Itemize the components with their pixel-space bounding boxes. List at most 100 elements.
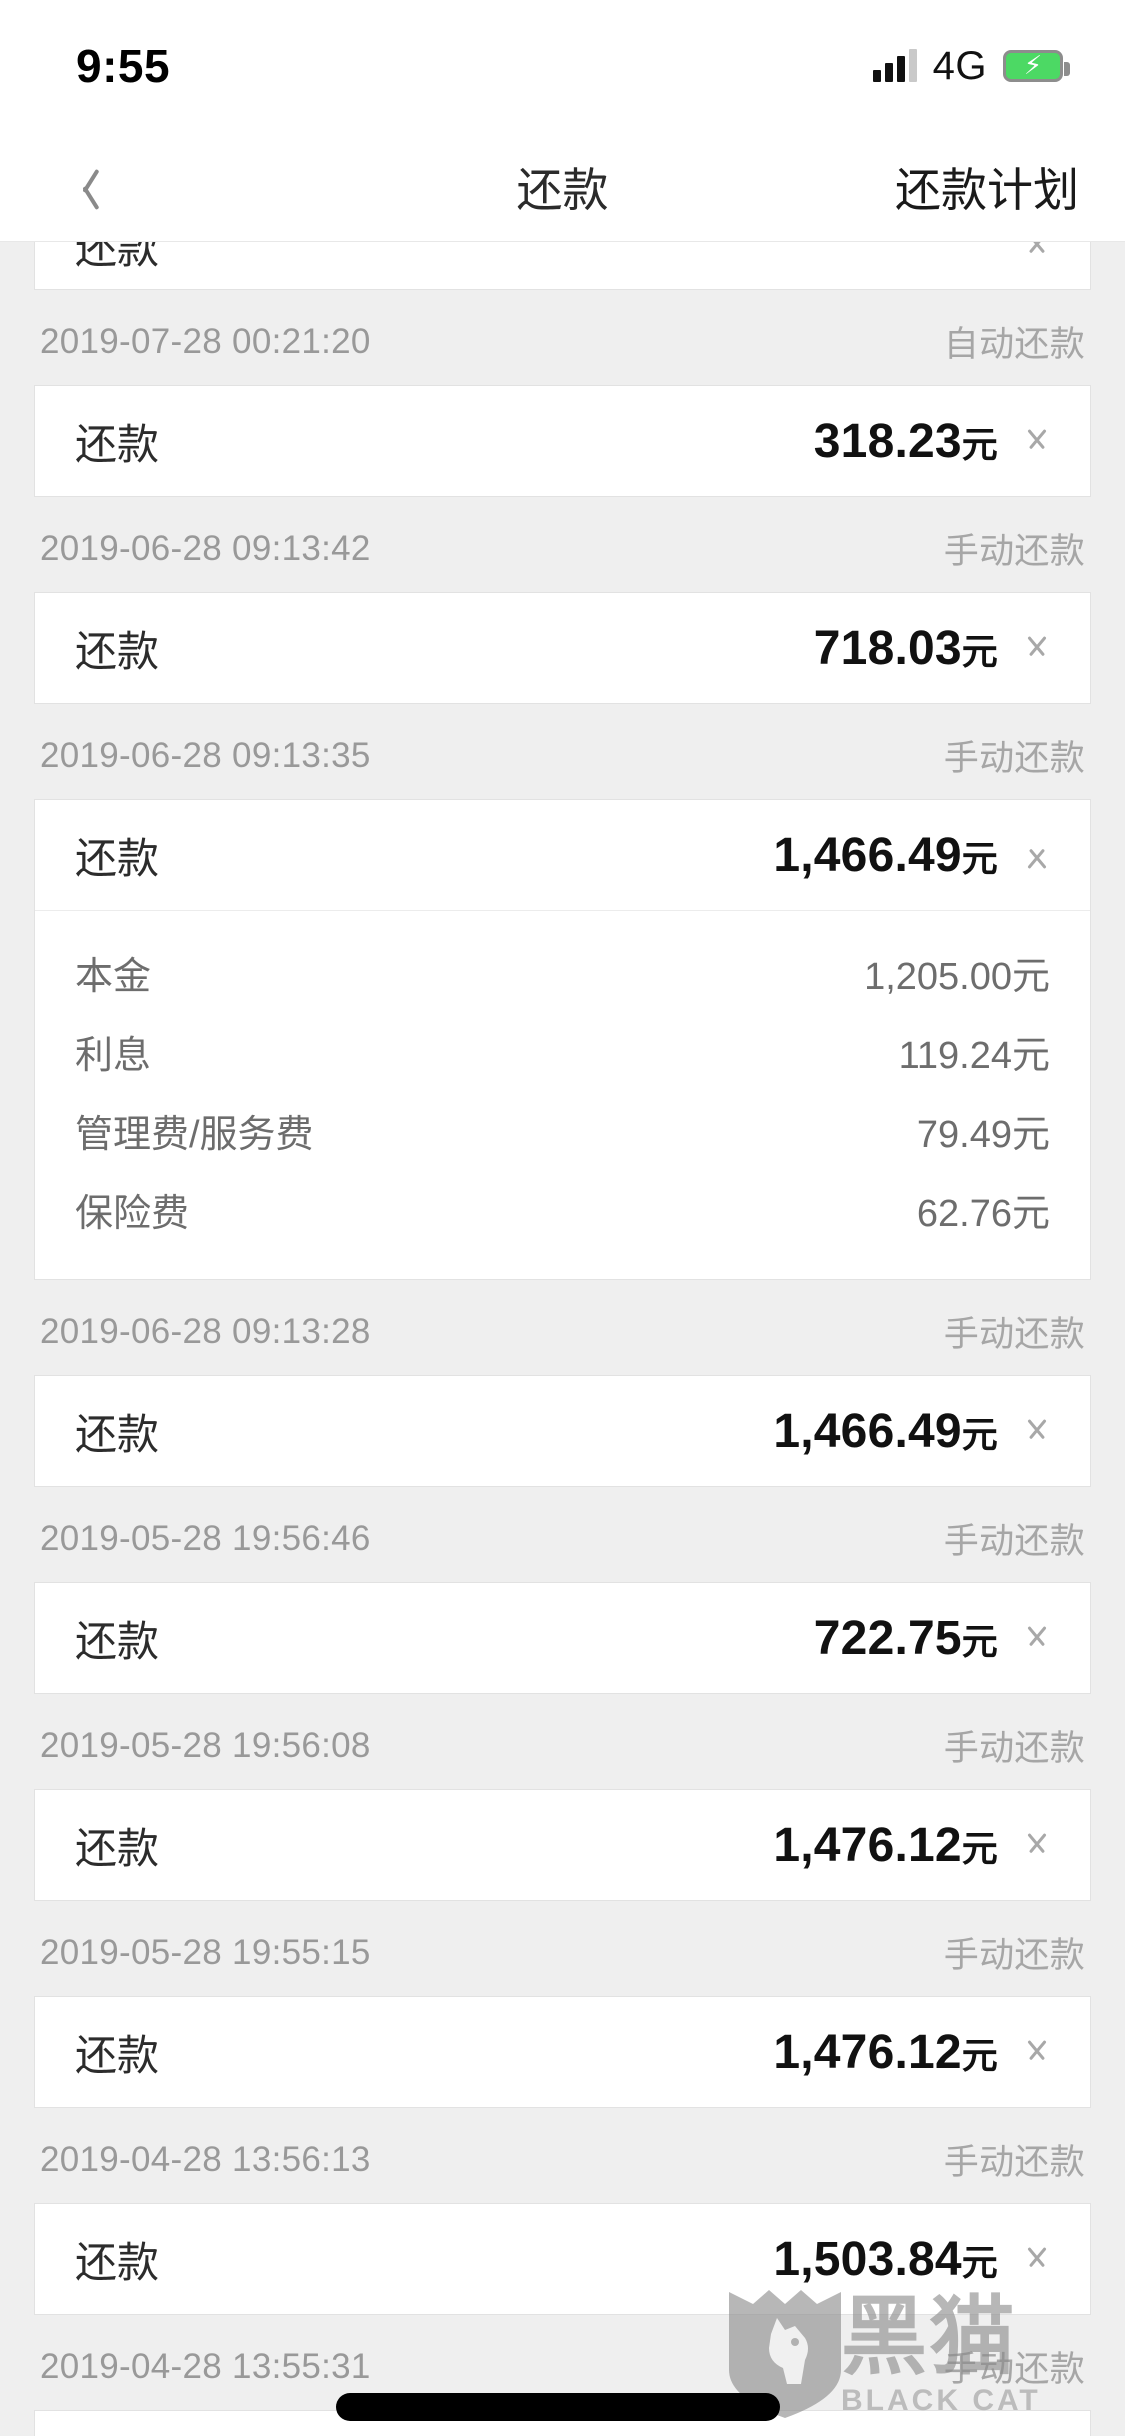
entry-date: 2019-07-28 00:21:20 [40,321,371,361]
repayment-plan-button[interactable]: 还款计划 [895,154,1093,220]
card-amount: 718.03元 [813,621,998,675]
back-button[interactable] [38,142,128,232]
breakdown-row: 保险费 62.76元 [75,1170,1050,1249]
card-label: 还款 [75,1617,160,1665]
card-label: 还款 [75,2238,160,2286]
card-header[interactable]: 还款 718.03元 [35,593,1090,703]
chevron-down-icon[interactable] [1020,2042,1054,2062]
entry-meta: 2019-06-28 09:13:35 手动还款 [0,704,1125,799]
chevron-down-icon[interactable] [1020,638,1054,658]
amount-group: 1,476.12元 [773,2025,1054,2080]
entry-type: 手动还款 [943,1729,1085,1768]
repayment-card[interactable]: 还款 1,503.84元 [34,2203,1091,2315]
partial-card-label: 还款 [75,242,160,272]
repayment-card-expanded[interactable]: 还款 1,466.49元 本金 1,205.00元 利息 119.24元 管理费… [34,799,1091,1280]
phone-screen: 9:55 4G ⚡ 还款 还款计划 还款 2019-07-28 00:21:20… [0,0,1125,2436]
navigation-bar: 还款 还款计划 [0,132,1125,242]
card-label: 还款 [75,1824,160,1872]
status-bar: 9:55 4G ⚡ [0,0,1125,132]
entry-date: 2019-05-28 19:56:08 [40,1725,371,1765]
repayment-card[interactable]: 还款 722.75元 [34,1582,1091,1694]
chevron-down-icon[interactable] [1020,2249,1054,2269]
list-item: 2019-05-28 19:55:15 手动还款 还款 1,476.12元 [0,1901,1125,2108]
card-header[interactable]: 还款 1,476.12元 [35,1790,1090,1900]
status-time: 9:55 [76,40,171,92]
card-label: 还款 [75,627,160,675]
card-header[interactable]: 还款 1,476.12元 [35,1997,1090,2107]
amount-group: 1,503.84元 [773,2232,1054,2287]
card-label: 还款 [75,1410,160,1458]
entry-type: 手动还款 [943,532,1085,571]
entry-date: 2019-05-28 19:55:15 [40,1932,371,1972]
card-amount: 1,503.84元 [773,2232,998,2286]
list-item: 2019-05-28 19:56:08 手动还款 还款 1,476.12元 [0,1694,1125,1901]
card-header[interactable]: 还款 1,503.84元 [35,2204,1090,2314]
partial-card-head: 还款 [35,242,1090,289]
card-breakdown: 本金 1,205.00元 利息 119.24元 管理费/服务费 79.49元 保… [35,910,1090,1279]
amount-group: 1,466.49元 [773,828,1054,883]
repayment-list[interactable]: 还款 2019-07-28 00:21:20 自动还款 还款 318.23元 2… [0,242,1125,2436]
entry-meta: 2019-07-28 00:21:20 自动还款 [0,290,1125,385]
entry-meta: 2019-04-28 13:56:13 手动还款 [0,2108,1125,2203]
card-label: 还款 [75,420,160,468]
card-amount: 1,466.49元 [773,1404,998,1458]
amount-group: 1,466.49元 [773,1404,1054,1459]
breakdown-value: 119.24元 [898,1035,1050,1077]
entry-type: 手动还款 [943,2350,1085,2389]
repayment-card[interactable]: 还款 1,476.12元 [34,1789,1091,1901]
card-amount: 1,466.49元 [773,828,998,882]
chevron-down-icon[interactable] [1020,1421,1054,1441]
card-header[interactable]: 还款 1,466.49元 [35,1376,1090,1486]
card-header[interactable]: 还款 1,466.49元 [35,800,1090,910]
entry-type: 自动还款 [943,325,1085,364]
list-item: 2019-04-28 13:56:13 手动还款 还款 1,503.84元 [0,2108,1125,2315]
entry-meta: 2019-05-28 19:56:46 手动还款 [0,1487,1125,1582]
breakdown-value: 79.49元 [916,1114,1050,1156]
chevron-down-icon [1020,242,1054,255]
entry-type: 手动还款 [943,1522,1085,1561]
chevron-down-icon[interactable] [1020,1628,1054,1648]
entry-meta: 2019-05-28 19:56:08 手动还款 [0,1694,1125,1789]
repayment-card[interactable]: 还款 1,466.49元 [34,1375,1091,1487]
entry-type: 手动还款 [943,2143,1085,2182]
entry-type: 手动还款 [943,739,1085,778]
entry-meta: 2019-06-28 09:13:42 手动还款 [0,497,1125,592]
card-label: 还款 [75,2031,160,2079]
entry-meta: 2019-05-28 19:55:15 手动还款 [0,1901,1125,1996]
amount-group: 722.75元 [814,1611,1054,1666]
list-item: 2019-06-28 09:13:35 手动还款 还款 1,466.49元 本金… [0,704,1125,1280]
card-amount: 1,476.12元 [773,1818,998,1872]
signal-bars-icon [872,49,917,82]
amount-group: 318.23元 [814,414,1054,469]
breakdown-row: 本金 1,205.00元 [75,933,1050,1012]
breakdown-value: 62.76元 [916,1193,1050,1235]
breakdown-label: 管理费/服务费 [75,1114,314,1156]
card-header[interactable]: 还款 318.23元 [35,386,1090,496]
chevron-up-icon[interactable] [1020,845,1054,865]
breakdown-row: 利息 119.24元 [75,1012,1050,1091]
card-label: 还款 [75,834,160,882]
repayment-card[interactable]: 还款 718.03元 [34,592,1091,704]
network-type-label: 4G [932,43,987,88]
breakdown-label: 利息 [75,1035,152,1077]
entry-type: 手动还款 [943,1315,1085,1354]
amount-group: 1,476.12元 [773,1818,1054,1873]
card-amount: 1,476.12元 [773,2025,998,2079]
repayment-card[interactable]: 还款 1,476.12元 [34,1996,1091,2108]
status-indicators: 4G ⚡ [872,43,1070,89]
breakdown-label: 本金 [75,956,152,998]
partial-card-top[interactable]: 还款 [34,242,1091,290]
card-header[interactable]: 还款 722.75元 [35,1583,1090,1693]
card-amount: 722.75元 [813,1611,998,1665]
breakdown-value: 1,205.00元 [864,956,1050,998]
breakdown-row: 管理费/服务费 79.49元 [75,1091,1050,1170]
chevron-left-icon [70,166,96,208]
repayment-card[interactable]: 还款 318.23元 [34,385,1091,497]
chevron-down-icon[interactable] [1020,1835,1054,1855]
list-item: 2019-05-28 19:56:46 手动还款 还款 722.75元 [0,1487,1125,1694]
list-item: 2019-06-28 09:13:28 手动还款 还款 1,466.49元 [0,1280,1125,1487]
chevron-down-icon[interactable] [1020,431,1054,451]
list-item: 2019-07-28 00:21:20 自动还款 还款 318.23元 [0,290,1125,497]
battery-charging-icon: ⚡ [1003,50,1070,82]
breakdown-label: 保险费 [75,1193,190,1235]
